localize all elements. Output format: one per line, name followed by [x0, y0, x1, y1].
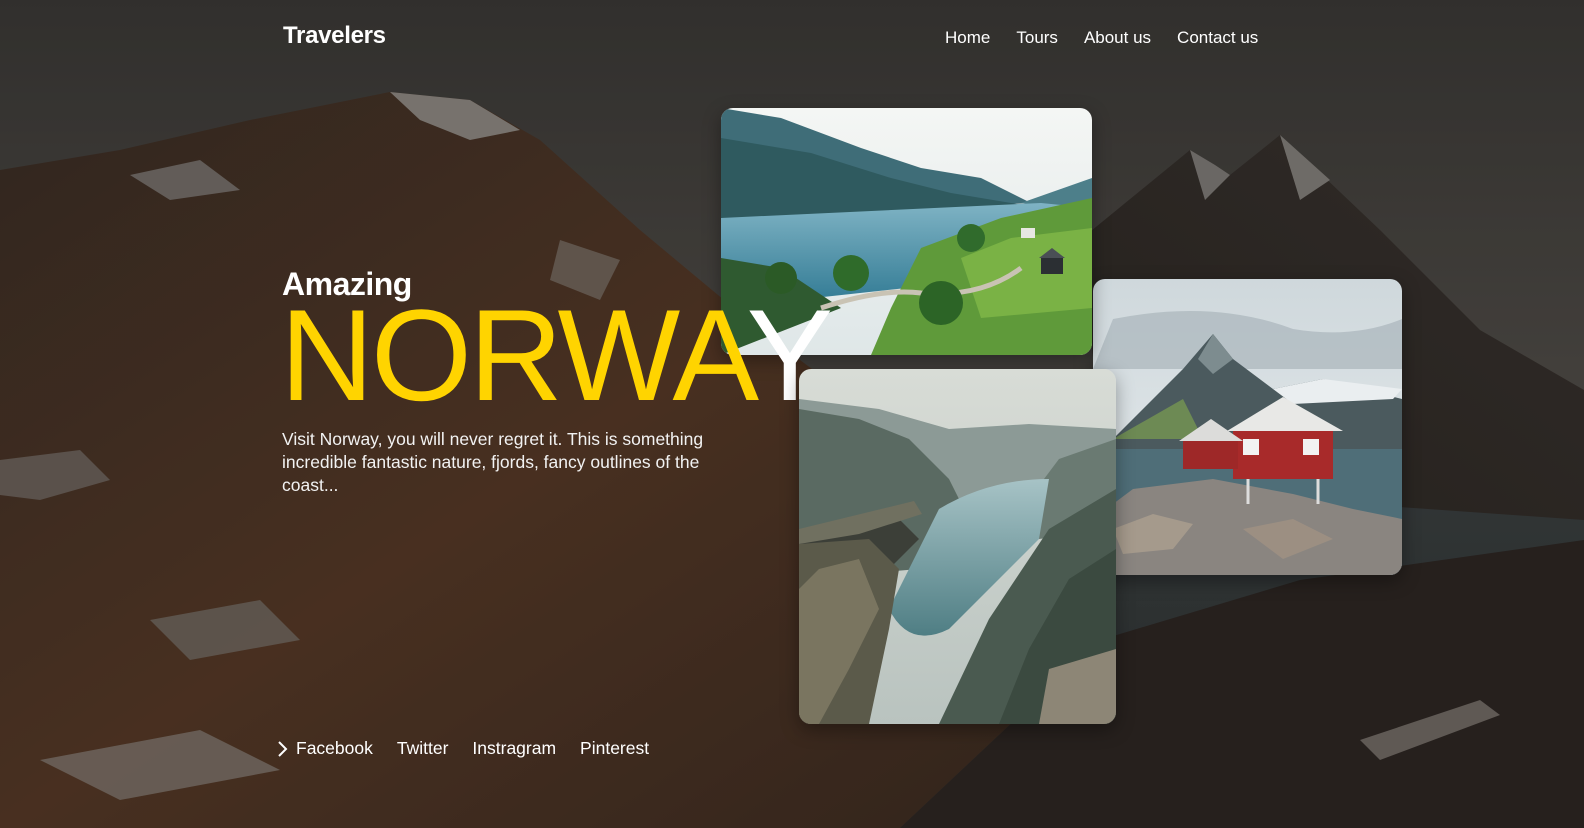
hero-description: Visit Norway, you will never regret it. …: [282, 429, 704, 495]
social-twitter[interactable]: Twitter: [397, 738, 449, 759]
chevron-right-icon: [278, 740, 288, 757]
gallery-photo-cabin[interactable]: [1093, 279, 1402, 575]
social-pinterest[interactable]: Pinterest: [580, 738, 649, 759]
site-logo[interactable]: Travelers: [283, 22, 386, 50]
nav-home[interactable]: Home: [945, 28, 990, 48]
nav-contact[interactable]: Contact us: [1177, 28, 1258, 48]
red-cabin-image: [1093, 279, 1402, 575]
nav-about[interactable]: About us: [1084, 28, 1151, 48]
hero-title-highlight: NORWA: [280, 282, 749, 428]
social-facebook[interactable]: Facebook: [296, 738, 373, 759]
nav-tours[interactable]: Tours: [1016, 28, 1058, 48]
social-links: Facebook Twitter Instragram Pinterest: [276, 738, 649, 759]
hero-title: NORWAY: [280, 290, 833, 420]
cliff-fjord-image: [799, 369, 1116, 724]
social-instagram[interactable]: Instragram: [472, 738, 556, 759]
main-nav: Home Tours About us Contact us: [945, 28, 1258, 48]
gallery-photo-cliff[interactable]: [799, 369, 1116, 724]
